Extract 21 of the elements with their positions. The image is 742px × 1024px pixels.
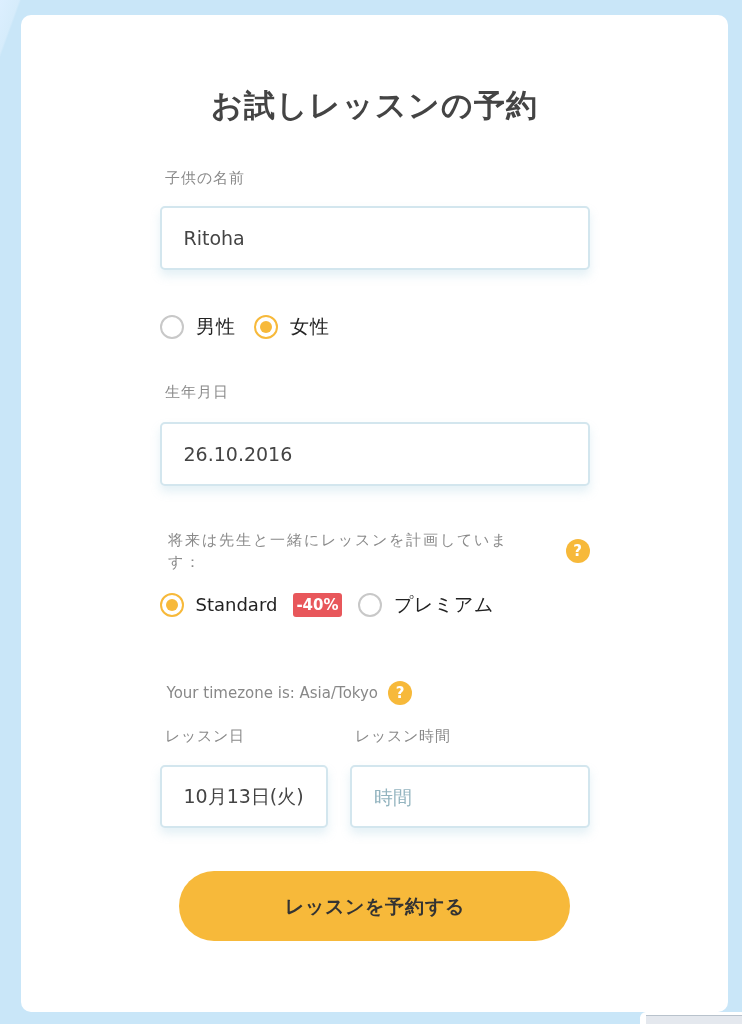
option-label[interactable]: 女性 — [289, 315, 330, 339]
question-text: 将来は先生と一緒にレッスンを計画しています： — [166, 531, 509, 572]
field-label: 生年月日 — [164, 383, 230, 402]
radio-button[interactable] — [253, 315, 278, 339]
field-label: レッスン時間 — [354, 727, 452, 746]
discount-badge: -40% — [293, 593, 342, 617]
time-field[interactable]: 時間 — [349, 765, 590, 828]
radio-button[interactable] — [357, 593, 382, 617]
option-label[interactable]: 男性 — [195, 315, 236, 339]
form-title: お試しレッスンの予約 — [210, 86, 539, 125]
field-label: レッスン日 — [164, 727, 246, 746]
option-label[interactable]: プレミアム — [393, 593, 494, 617]
date-field[interactable]: 10月13日(火) — [159, 765, 328, 828]
timezone-text: Your timezone is: Asia/Tokyo — [165, 683, 379, 703]
field-label: 子供の名前 — [164, 169, 246, 188]
name-field[interactable]: Ritoha — [159, 206, 590, 270]
option-label[interactable]: Standard — [195, 593, 278, 617]
radio-button[interactable] — [159, 315, 184, 339]
radio-button[interactable] — [159, 593, 184, 617]
date-field[interactable]: 26.10.2016 — [159, 422, 590, 486]
book-lesson-button[interactable]: レッスンを予約する — [179, 871, 570, 941]
